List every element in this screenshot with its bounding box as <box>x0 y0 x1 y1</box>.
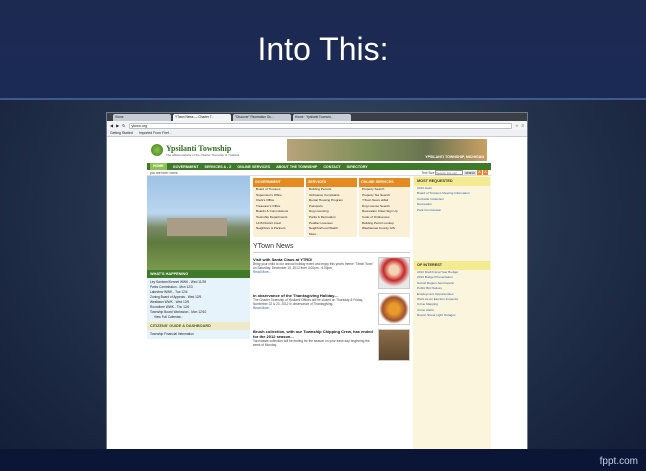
news-heading: YTown News <box>253 243 410 254</box>
browser-tab-strip: Home YTown News — Charter T... "Discover… <box>107 113 527 121</box>
search-input[interactable] <box>435 170 464 175</box>
services-heading: SERVICES <box>306 178 357 187</box>
nav-about[interactable]: ABOUT THE TOWNSHIP <box>276 165 317 169</box>
center-column: GOVERNMENT Board of Trustees Supervisor'… <box>250 176 413 455</box>
site-name: Ypsilanti Township <box>166 143 232 153</box>
menu-link[interactable]: Washtenaw County GIS <box>359 226 410 232</box>
browser-tab[interactable]: Home <box>113 114 171 121</box>
bookmarks-bar: Getting Started Imported From Firef... <box>107 130 527 137</box>
right-column: MOST REQUESTED 2013 Audit Board of Trust… <box>413 176 491 455</box>
star-icon[interactable]: ☆ <box>515 123 519 128</box>
forward-icon[interactable]: ▶ <box>116 123 119 128</box>
township-logo-icon[interactable] <box>151 144 163 156</box>
address-bar-row: ◀ ▶ ↻ ytown.org ☆ ≡ <box>107 121 527 130</box>
bookmark-getting-started[interactable]: Getting Started <box>110 131 133 135</box>
menu-link[interactable]: More... <box>306 232 357 238</box>
township-hall-photo <box>147 176 250 270</box>
browser-screenshot: Home YTown News — Charter T... "Discover… <box>106 112 528 456</box>
main-nav: HOME GOVERNMENT SERVICES A - Z ONLINE SE… <box>147 163 491 170</box>
online-services-heading: ONLINE SERVICES <box>359 178 410 187</box>
menu-link[interactable]: Neighbors & Partners <box>253 226 304 232</box>
events-list: Ley Sanborn/Kennet WWK - Wed 11/28 Parks… <box>147 278 250 322</box>
slide: Into This: Home YTown News — Charter T..… <box>0 0 646 471</box>
url-field[interactable]: ytown.org <box>128 122 513 129</box>
header-banner: YPSILANTI TOWNSHIP, MICHIGAN <box>287 139 487 161</box>
cornucopia-thumbnail <box>378 293 410 326</box>
browser-tab-active[interactable]: YTown News — Charter T... <box>173 114 231 121</box>
slide-footer: fppt.com <box>0 449 646 471</box>
reload-icon[interactable]: ↻ <box>122 123 125 128</box>
site-tagline: The official website of the Charter Town… <box>166 152 240 157</box>
banner-text: YPSILANTI TOWNSHIP, MICHIGAN <box>425 155 484 159</box>
site-header: Ypsilanti Township The official website … <box>147 137 491 163</box>
online-services-menu: ONLINE SERVICES Property Search Property… <box>359 178 410 238</box>
menu-icon[interactable]: ≡ <box>522 123 524 128</box>
news-body: The Charter Township of Ypsilanti Office… <box>253 298 363 307</box>
whats-happening-heading: WHAT'S HAPPENING <box>147 270 250 278</box>
text-size-large-button[interactable]: A <box>483 170 488 175</box>
news-title[interactable]: Brush collection, with our Township Chip… <box>253 329 375 339</box>
nav-directory[interactable]: DIRECTORY <box>347 165 368 169</box>
news-item: Brush collection, with our Township Chip… <box>253 329 410 362</box>
of-interest-heading: OF INTEREST <box>414 261 490 271</box>
text-size-controls: Text Size search A A <box>421 170 488 175</box>
nav-online-services[interactable]: ONLINE SERVICES <box>237 165 270 169</box>
news-body: Bring your child to our annual holiday e… <box>253 262 374 271</box>
nav-services[interactable]: SERVICES A - Z <box>205 165 232 169</box>
search-button[interactable]: search <box>464 170 476 175</box>
brush-thumbnail <box>378 329 410 362</box>
services-menu: SERVICES Building Permits Ordinance Comp… <box>306 178 357 238</box>
site-body: WHAT'S HAPPENING Ley Sanborn/Kennet WWK … <box>147 176 491 455</box>
website: Ypsilanti Township The official website … <box>147 137 491 455</box>
text-size-small-button[interactable]: A <box>477 170 482 175</box>
read-more-link[interactable]: Read More... <box>253 270 271 274</box>
news-body: Yard waste collection will be ending for… <box>253 339 370 348</box>
bookmark-imported[interactable]: Imported From Firef... <box>139 131 172 135</box>
read-more-link[interactable]: Read More... <box>253 306 271 310</box>
nav-home[interactable]: HOME <box>150 163 167 170</box>
news-item: Visit with Santa Claus at YTRD! Bring yo… <box>253 257 410 290</box>
browser-tab[interactable]: "Discover" Recreation Gu... <box>233 114 291 121</box>
government-heading: GOVERNMENT <box>253 178 304 187</box>
sidebar-link[interactable]: Report Street Light Outages <box>414 313 490 318</box>
news-item: In observance of the Thanksgiving Holida… <box>253 293 410 326</box>
category-menus: GOVERNMENT Board of Trustees Supervisor'… <box>253 178 410 238</box>
site-brand: Ypsilanti Township The official website … <box>166 144 239 157</box>
nav-government[interactable]: GOVERNMENT <box>173 165 199 169</box>
citizens-guide-heading: CITIZENS' GUIDE & DASHBOARD <box>147 322 250 330</box>
nav-contact[interactable]: CONTACT <box>323 165 340 169</box>
text-size-label: Text Size <box>421 170 435 175</box>
left-column: WHAT'S HAPPENING Ley Sanborn/Kennet WWK … <box>147 176 250 455</box>
financial-info-link[interactable]: Township Financial Information <box>150 332 247 337</box>
most-requested-heading: MOST REQUESTED <box>414 177 490 186</box>
sidebar-link[interactable]: Park Commission <box>414 208 490 213</box>
slide-title: Into This: <box>0 0 646 100</box>
watermark: fppt.com <box>599 456 638 467</box>
back-icon[interactable]: ◀ <box>110 123 113 128</box>
government-menu: GOVERNMENT Board of Trustees Supervisor'… <box>253 178 304 238</box>
browser-tab[interactable]: Home · Ypsilanti Townshi... <box>293 114 351 121</box>
citizens-guide-list: Township Financial Information <box>147 330 250 339</box>
breadcrumb: you are here: home <box>150 170 178 175</box>
full-calendar-link[interactable]: View Full Calendar... <box>150 315 247 320</box>
santa-thumbnail <box>378 257 410 290</box>
